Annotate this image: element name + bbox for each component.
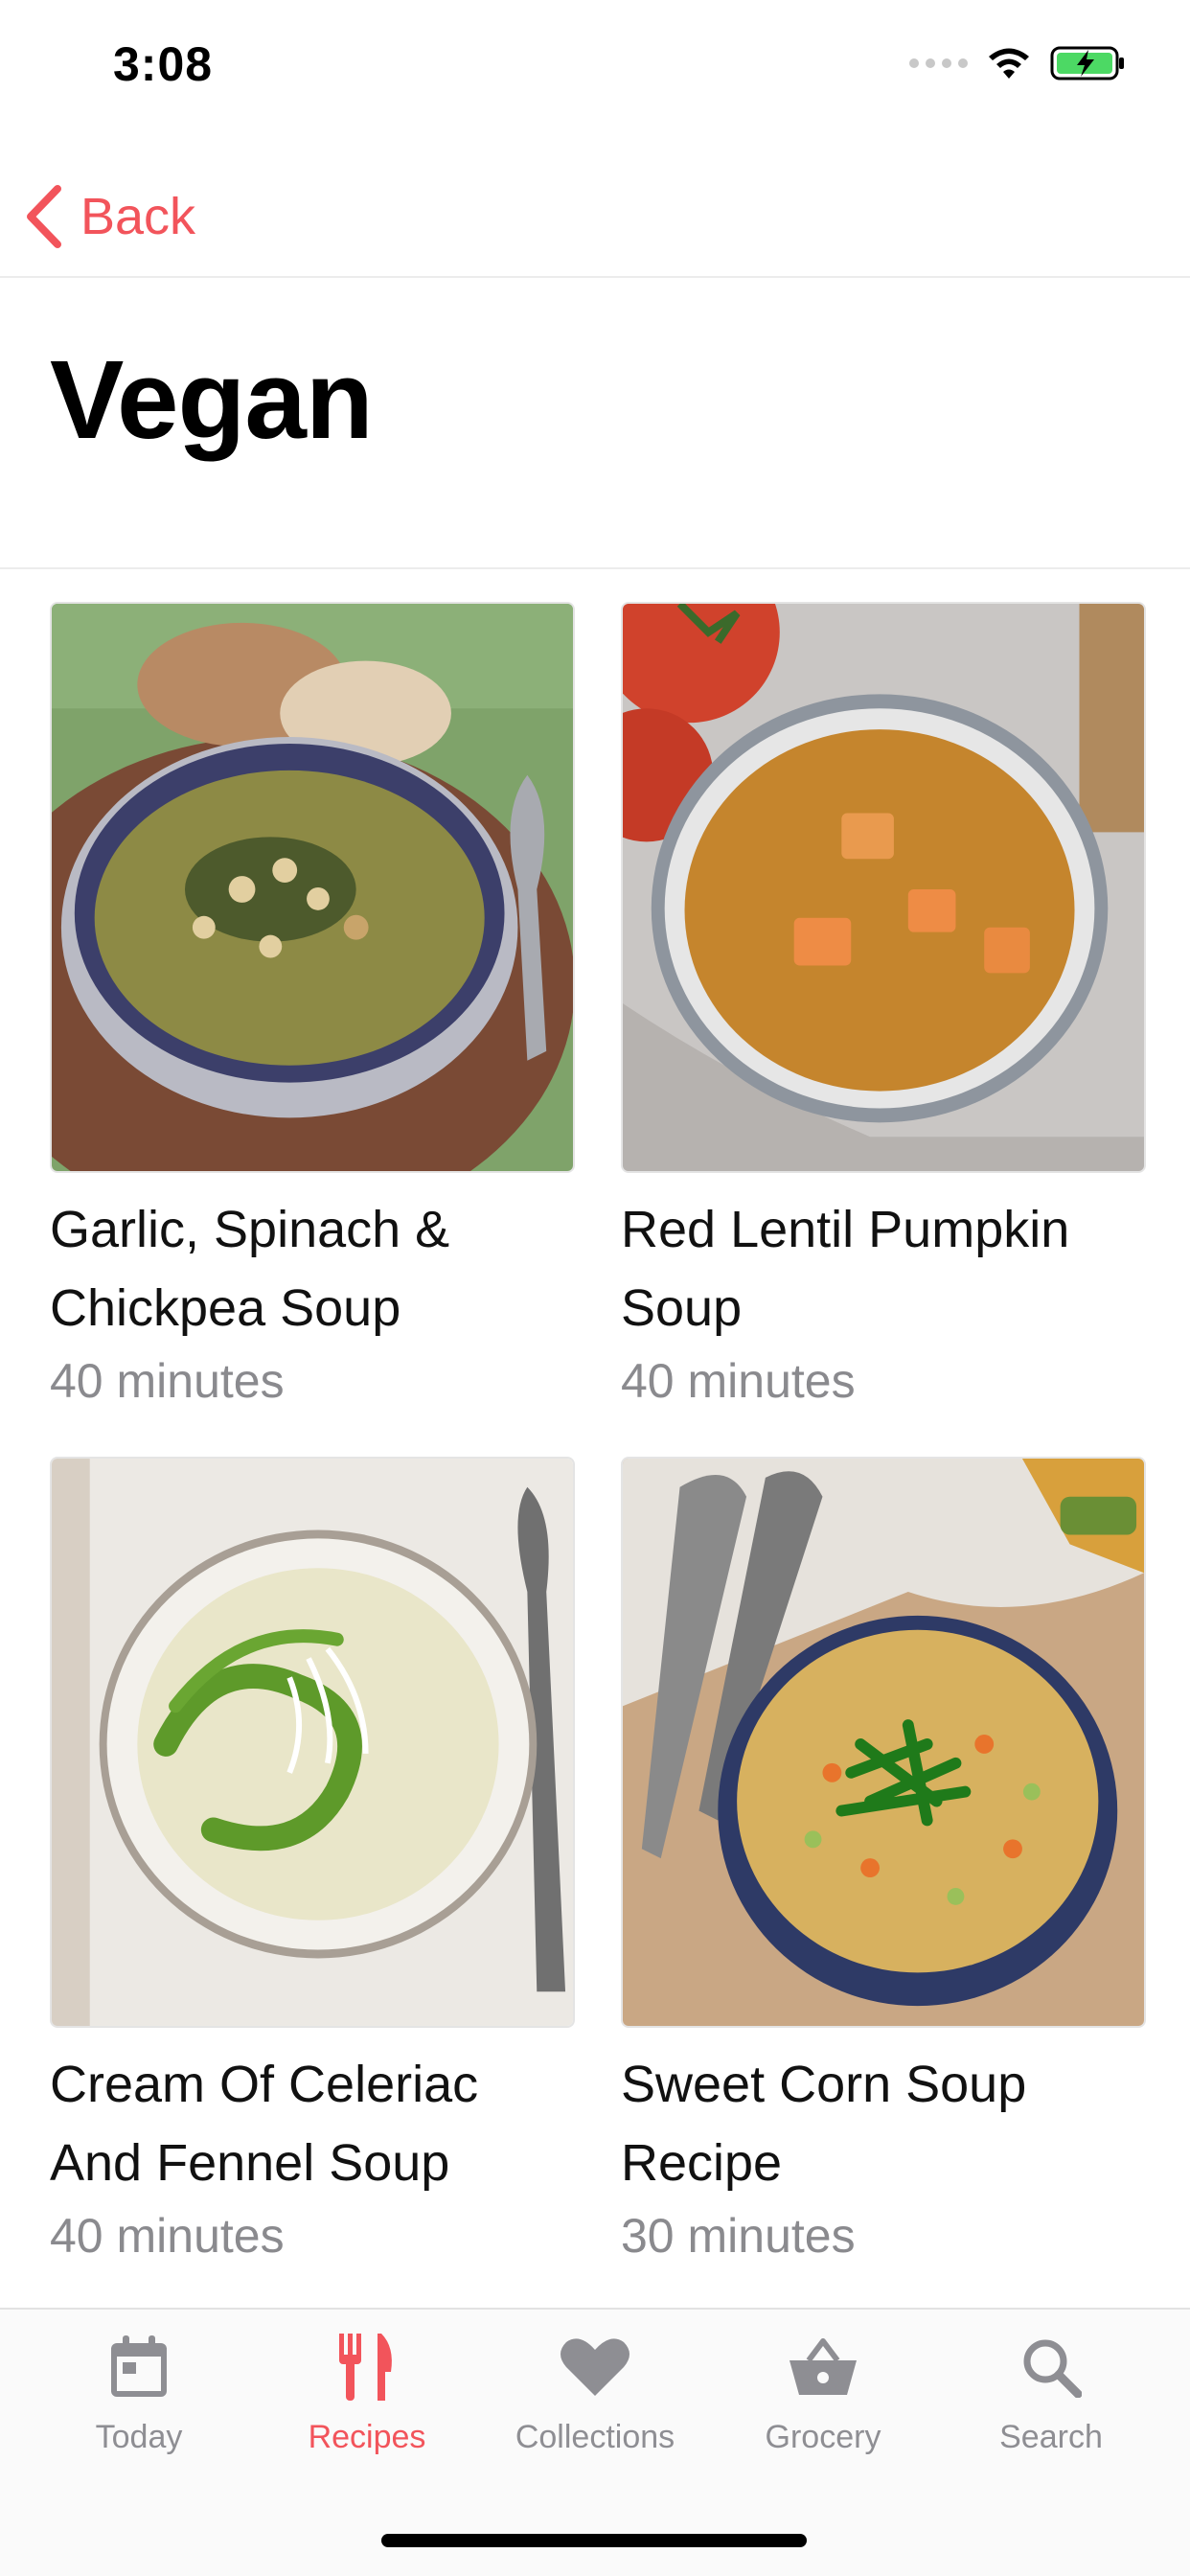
back-button[interactable]: Back xyxy=(25,180,195,253)
recipe-card-garlic-spinach-chickpea[interactable]: Garlic, Spinach & Chickpea Soup 40 minut… xyxy=(50,602,575,1414)
status-icons xyxy=(909,42,1127,84)
tab-search[interactable]: Search xyxy=(937,2329,1165,2472)
recipe-card-sweet-corn[interactable]: Sweet Corn Soup Recipe 30 minutes xyxy=(621,1457,1146,2269)
recipe-photo xyxy=(50,602,575,1173)
tab-today[interactable]: Today xyxy=(25,2329,253,2472)
screen: 3:08 Back Vegan Garlic, Spinach & Chickp… xyxy=(0,0,1190,2576)
tab-label: Search xyxy=(999,2419,1103,2455)
recipe-photo xyxy=(621,1457,1146,2028)
chevron-left-icon xyxy=(27,185,61,248)
navigation-bar: Back xyxy=(0,153,1190,278)
recipe-title-line: Sweet Corn Soup xyxy=(621,2056,1027,2113)
wifi-icon xyxy=(989,48,1029,79)
heart-icon xyxy=(557,2329,633,2405)
page-title: Vegan xyxy=(50,337,374,462)
back-label: Back xyxy=(80,188,196,245)
recipe-title: Red Lentil Pumpkin Soup xyxy=(621,1190,1146,1347)
calendar-icon xyxy=(101,2329,177,2405)
status-bar: 3:08 xyxy=(0,0,1190,126)
search-icon xyxy=(1013,2329,1089,2405)
battery-icon xyxy=(1050,46,1124,80)
recipe-title-line: Cream Of Celeriac xyxy=(50,2056,479,2113)
recipe-title: Cream Of Celeriac And Fennel Soup xyxy=(50,2045,575,2202)
recipe-time: 30 minutes xyxy=(621,2209,856,2263)
recipe-card-red-lentil-pumpkin[interactable]: Red Lentil Pumpkin Soup 40 minutes xyxy=(621,602,1146,1414)
recipe-title-line: Recipe xyxy=(621,2134,783,2192)
fork-knife-icon xyxy=(329,2329,405,2405)
recipe-title: Garlic, Spinach & Chickpea Soup xyxy=(50,1190,575,1347)
divider xyxy=(0,567,1190,569)
recipe-title-line: Red Lentil Pumpkin xyxy=(621,1201,1070,1258)
basket-icon xyxy=(785,2329,861,2405)
tab-label: Collections xyxy=(515,2419,675,2455)
recipe-time: 40 minutes xyxy=(50,2209,285,2263)
tab-collections[interactable]: Collections xyxy=(481,2329,709,2472)
recipe-title-line: And Fennel Soup xyxy=(50,2134,450,2192)
home-indicator xyxy=(381,2534,807,2547)
recipe-time: 40 minutes xyxy=(50,1354,285,1408)
tab-grocery[interactable]: Grocery xyxy=(709,2329,937,2472)
tab-label: Grocery xyxy=(765,2419,881,2455)
recipe-title: Sweet Corn Soup Recipe xyxy=(621,2045,1146,2202)
tab-recipes[interactable]: Recipes xyxy=(253,2329,481,2472)
cellular-signal-icon xyxy=(909,58,968,68)
recipe-title-line: Garlic, Spinach & xyxy=(50,1201,450,1258)
recipe-card-celeriac-fennel[interactable]: Cream Of Celeriac And Fennel Soup 40 min… xyxy=(50,1457,575,2269)
recipe-time: 40 minutes xyxy=(621,1354,856,1408)
status-time: 3:08 xyxy=(113,37,214,91)
recipe-photo xyxy=(50,1457,575,2028)
tab-label: Today xyxy=(95,2419,183,2455)
recipe-title-line: Soup xyxy=(621,1279,743,1337)
recipe-photo xyxy=(621,602,1146,1173)
tab-label: Recipes xyxy=(308,2419,426,2455)
recipe-title-line: Chickpea Soup xyxy=(50,1279,401,1337)
